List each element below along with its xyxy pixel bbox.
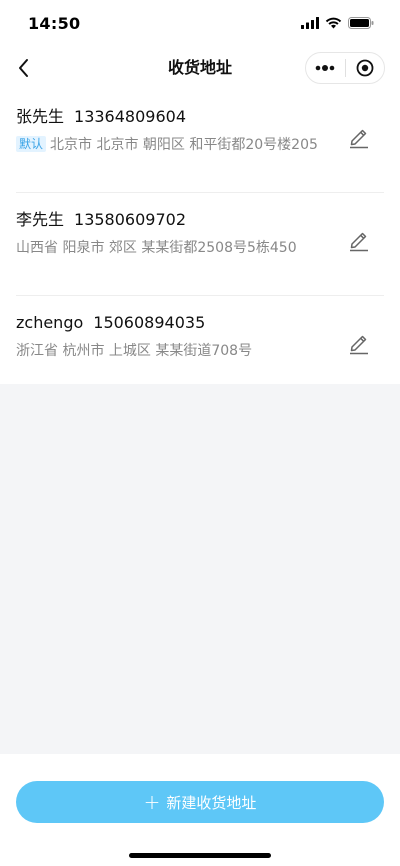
home-indicator (129, 853, 271, 858)
address-item[interactable]: zchengo 15060894035 浙江省 杭州市 上城区 某某街道708号 (0, 296, 400, 384)
edit-button[interactable] (346, 227, 372, 253)
add-address-button[interactable]: + 新建收货地址 (16, 781, 384, 823)
edit-button[interactable] (346, 124, 372, 150)
signal-icon (301, 17, 319, 29)
address-line: 山西省 阳泉市 郊区 某某街都2508号5栋450 (16, 239, 340, 257)
nav-bar: 收货地址 (0, 46, 400, 90)
address-item[interactable]: 张先生 13364809604 默认 北京市 北京市 朝阳区 和平街都20号楼205 (0, 90, 400, 193)
contact-phone: 13364809604 (74, 107, 186, 126)
contact-line: 张先生 13364809604 (16, 106, 340, 128)
close-button[interactable] (346, 53, 385, 83)
status-icons (301, 17, 374, 29)
contact-phone: 13580609702 (74, 210, 186, 229)
address-list: 张先生 13364809604 默认 北京市 北京市 朝阳区 和平街都20号楼205… (0, 90, 400, 384)
address-text: 北京市 北京市 朝阳区 和平街都20号楼205 (50, 137, 318, 153)
address-line: 浙江省 杭州市 上城区 某某街道708号 (16, 342, 340, 360)
contact-name: 李先生 (16, 210, 65, 229)
address-line: 默认 北京市 北京市 朝阳区 和平街都20号楼205 (16, 136, 340, 154)
more-dots-icon (315, 65, 335, 71)
edit-pencil-icon (350, 129, 368, 149)
address-text: 山西省 阳泉市 郊区 某某街都2508号5栋450 (16, 240, 297, 256)
default-badge: 默认 (16, 136, 47, 152)
target-icon (356, 59, 374, 77)
contact-name: zchengo (16, 313, 84, 332)
mini-program-capsule (305, 52, 385, 84)
edit-pencil-icon (350, 232, 368, 252)
contact-name: 张先生 (16, 107, 65, 126)
address-text: 浙江省 杭州市 上城区 某某街道708号 (16, 343, 253, 359)
plus-icon: + (143, 790, 161, 814)
add-address-label: 新建收货地址 (166, 793, 257, 812)
status-bar: 14:50 (0, 0, 400, 46)
status-time: 14:50 (28, 13, 81, 33)
contact-phone: 15060894035 (93, 313, 206, 332)
address-item[interactable]: 李先生 13580609702 山西省 阳泉市 郊区 某某街都2508号5栋450 (0, 193, 400, 296)
wifi-icon (325, 17, 342, 29)
contact-line: 李先生 13580609702 (16, 209, 340, 231)
edit-button[interactable] (346, 330, 372, 356)
more-button[interactable] (306, 53, 345, 83)
edit-pencil-icon (350, 335, 368, 355)
bottom-bar: + 新建收货地址 (0, 754, 400, 866)
contact-line: zchengo 15060894035 (16, 312, 340, 334)
battery-icon (348, 17, 374, 29)
